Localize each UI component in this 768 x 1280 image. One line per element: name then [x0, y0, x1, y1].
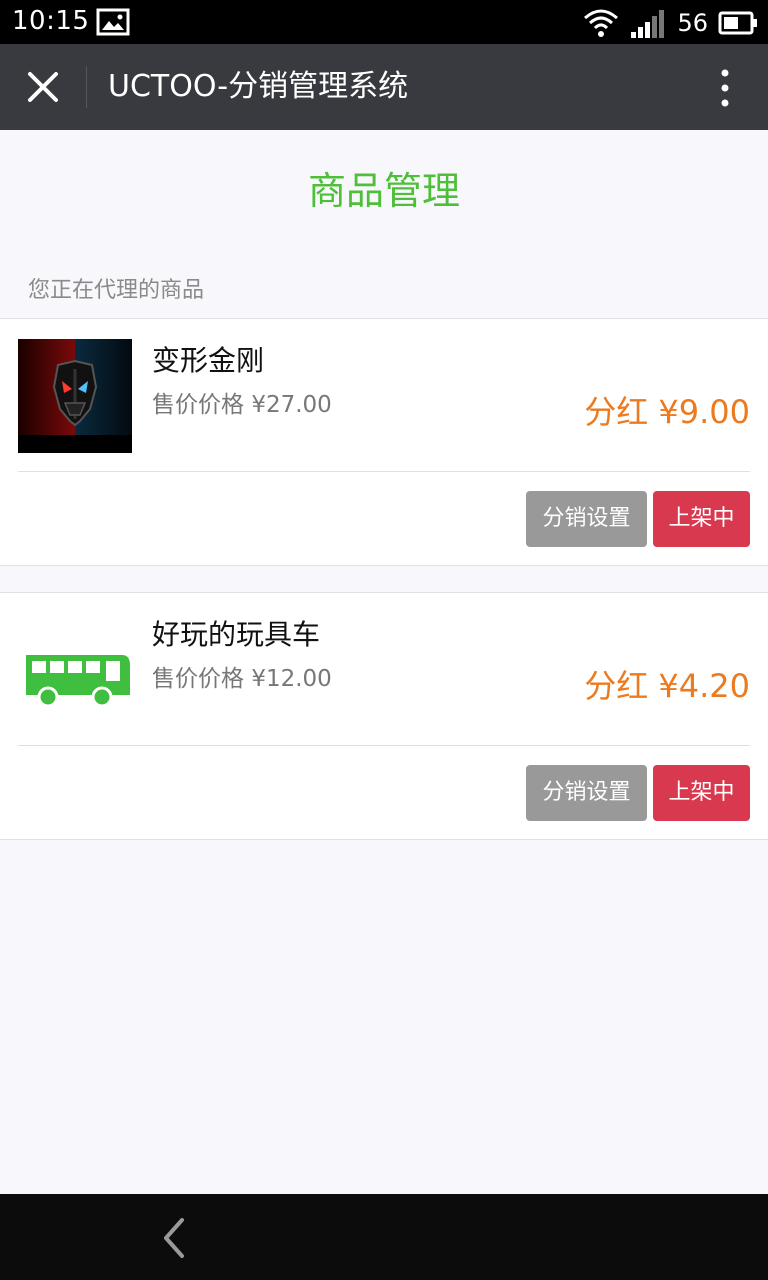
product-name: 好玩的玩具车 [152, 618, 321, 651]
window-title: UCTOO-分销管理系统 [108, 69, 409, 104]
distribution-settings-button[interactable]: 分销设置 [526, 765, 647, 821]
title-bar: UCTOO-分销管理系统 [0, 44, 768, 130]
green-bus-image[interactable] [18, 613, 132, 727]
title-divider [86, 66, 87, 108]
product-price: 售价价格 ¥27.00 [152, 387, 332, 423]
bottom-nav-bar [0, 1194, 768, 1280]
status-bar: 10:15 56 [0, 0, 768, 44]
battery-icon [718, 11, 757, 35]
status-battery-level: 56 [677, 9, 708, 37]
back-arrow-icon[interactable] [158, 1216, 190, 1260]
on-shelf-button[interactable]: 上架中 [653, 491, 750, 547]
product-price: 售价价格 ¥12.00 [152, 661, 332, 697]
status-icons: 56 [583, 6, 758, 40]
wifi-icon [584, 9, 619, 37]
product-card: 变形金刚 售价价格 ¥27.00 分红 ¥9.00 分销设置 上架中 [0, 318, 768, 566]
bonus-label: 分红 [584, 393, 649, 431]
image-icon [96, 8, 130, 36]
bonus-label: 分红 [584, 667, 649, 705]
section-label: 您正在代理的商品 [28, 278, 205, 303]
distribution-settings-button[interactable]: 分销设置 [526, 491, 647, 547]
product-name: 变形金刚 [152, 344, 265, 377]
product-card: 好玩的玩具车 售价价格 ¥12.00 分红 ¥4.20 分销设置 上架中 [0, 592, 768, 840]
signal-icon [631, 10, 665, 38]
transformers-logo-image[interactable] [18, 339, 132, 453]
price-label: 售价价格 [152, 666, 244, 692]
close-icon[interactable] [20, 64, 66, 110]
product-bonus: 分红 ¥9.00 [584, 389, 750, 435]
price-label: 售价价格 [152, 392, 244, 418]
price-value: ¥27.00 [251, 392, 332, 418]
more-vertical-icon[interactable] [718, 66, 732, 110]
bonus-value: ¥9.00 [658, 393, 750, 431]
card-divider [18, 745, 750, 746]
price-value: ¥12.00 [251, 666, 332, 692]
status-time: 10:15 [12, 6, 90, 36]
bonus-value: ¥4.20 [658, 667, 750, 705]
on-shelf-button[interactable]: 上架中 [653, 765, 750, 821]
product-bonus: 分红 ¥4.20 [584, 663, 750, 709]
card-divider [18, 471, 750, 472]
page-title: 商品管理 [307, 169, 460, 213]
